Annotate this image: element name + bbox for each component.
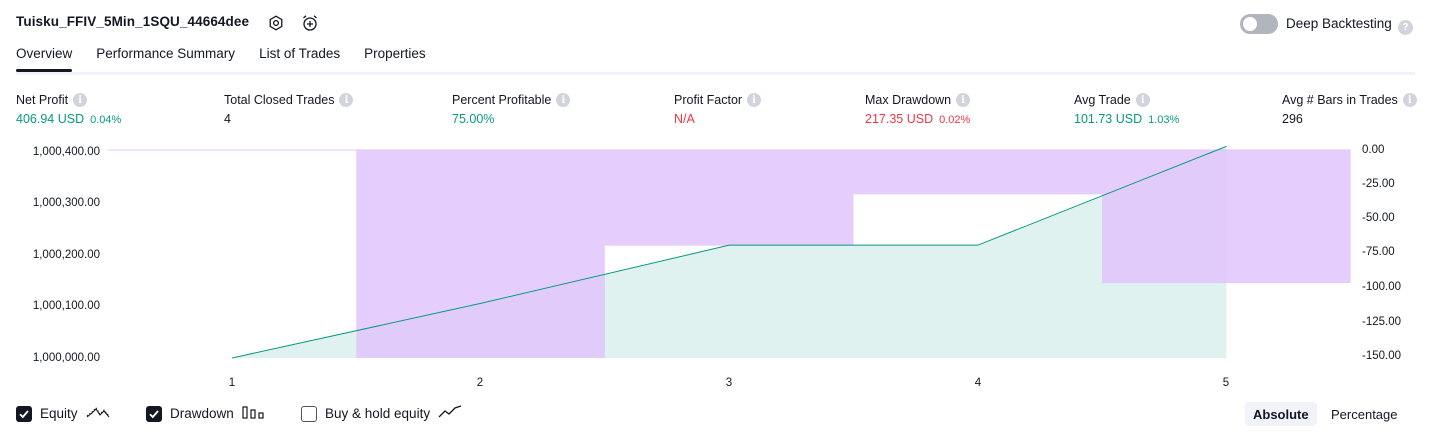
drawdown-checkbox[interactable]: [146, 405, 162, 422]
x-axis-tick: 2: [476, 377, 484, 389]
right-axis-tick: -25.00: [1362, 178, 1395, 190]
legend-buy-hold-equity[interactable]: Buy & hold equity: [301, 404, 462, 423]
equity-checkbox[interactable]: [16, 405, 32, 422]
left-axis-tick: 1,000,200.00: [32, 249, 100, 261]
right-axis-tick: -125.00: [1362, 316, 1402, 328]
legend-label: Buy & hold equity: [325, 406, 431, 421]
equity-drawdown-chart: [108, 145, 1351, 359]
drawdown-bar: [604, 150, 854, 246]
right-axis-tick: -150.00: [1362, 350, 1402, 362]
buy-hold-line-icon: [438, 404, 462, 423]
legend-label: Equity: [40, 406, 78, 421]
x-axis-tick: 3: [725, 377, 733, 389]
legend-equity[interactable]: Equity: [16, 404, 110, 423]
drawdown-bar: [853, 150, 1103, 195]
right-axis-tick: -50.00: [1362, 212, 1395, 224]
buy-hold-checkbox[interactable]: [301, 405, 317, 422]
equity-line-icon: [86, 404, 110, 423]
x-axis-tick: 5: [1222, 377, 1230, 389]
legend-label: Drawdown: [170, 406, 234, 421]
legend-drawdown[interactable]: Drawdown: [146, 404, 264, 423]
left-axis-tick: 1,000,300.00: [32, 197, 100, 209]
left-axis-tick: 1,000,400.00: [32, 146, 100, 158]
percentage-button[interactable]: Percentage: [1323, 402, 1406, 426]
drawdown-bars-icon: [242, 404, 264, 423]
right-axis-tick: 0.00: [1362, 144, 1385, 156]
left-axis-tick: 1,000,100.00: [32, 300, 100, 312]
drawdown-bar: [356, 150, 605, 358]
right-axis-tick: -100.00: [1362, 281, 1402, 293]
drawdown-bar: [1102, 150, 1351, 284]
x-axis-tick: 4: [974, 377, 982, 389]
right-axis-tick: -75.00: [1362, 246, 1395, 258]
left-axis-tick: 1,000,000.00: [32, 352, 100, 364]
absolute-button[interactable]: Absolute: [1245, 402, 1317, 426]
x-axis-tick: 1: [228, 377, 236, 389]
